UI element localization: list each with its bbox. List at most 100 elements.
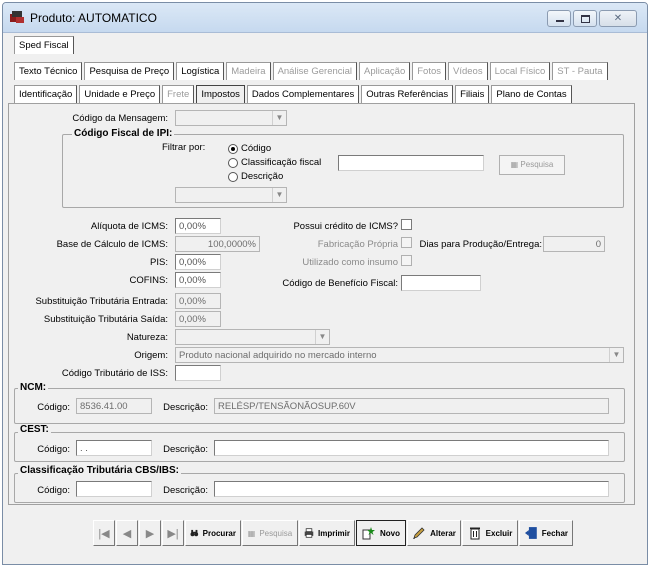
- minimize-button[interactable]: [547, 10, 571, 27]
- cest-descricao-label: Descrição:: [163, 444, 208, 455]
- trash-icon: [469, 527, 480, 540]
- cbs-title: Classificação Tributária CBS/IBS:: [18, 465, 181, 476]
- possui-credito-checkbox[interactable]: [401, 219, 412, 230]
- tab-madeira[interactable]: Madeira: [226, 62, 271, 80]
- ncm-descricao-label: Descrição:: [163, 402, 208, 413]
- tab-texto-tecnico[interactable]: Texto Técnico: [14, 62, 83, 80]
- cofins-input[interactable]: 0,00%: [175, 272, 221, 288]
- prev-record-button[interactable]: ◀: [116, 520, 138, 546]
- pis-label: PIS:: [150, 257, 168, 268]
- maximize-button[interactable]: [573, 10, 597, 27]
- pis-input[interactable]: 0,00%: [175, 254, 221, 270]
- excluir-button[interactable]: Excluir: [462, 520, 518, 546]
- procurar-button[interactable]: Procurar: [185, 520, 241, 546]
- binoculars-icon: [190, 529, 199, 537]
- exit-door-icon: [524, 527, 537, 539]
- tab-logistica[interactable]: Logística: [176, 62, 225, 80]
- cbs-codigo-input[interactable]: [76, 481, 152, 497]
- tab-outras-referencias[interactable]: Outras Referências: [361, 85, 454, 103]
- radio-classificacao-label: Classificação fiscal: [241, 157, 322, 168]
- imprimir-button[interactable]: Imprimir: [299, 520, 355, 546]
- radio-codigo[interactable]: [228, 144, 238, 154]
- codigo-mensagem-label: Código da Mensagem:: [72, 113, 168, 124]
- first-record-button[interactable]: |◀: [93, 520, 115, 546]
- close-button[interactable]: ✕: [599, 10, 637, 27]
- utilizado-insumo-checkbox[interactable]: [401, 255, 412, 266]
- next-record-button[interactable]: ▶: [139, 520, 161, 546]
- cod-trib-iss-input[interactable]: [175, 365, 221, 381]
- tab-impostos[interactable]: Impostos: [196, 85, 245, 103]
- ipi-filter-input[interactable]: [338, 155, 484, 171]
- st-saida-input[interactable]: 0,00%: [175, 311, 221, 327]
- aliquota-icms-label: Alíquota de ICMS:: [90, 221, 168, 232]
- fabricacao-propria-checkbox[interactable]: [401, 237, 412, 248]
- chevron-down-icon: ▼: [272, 111, 286, 125]
- cest-codigo-label: Código:: [37, 444, 70, 455]
- tab-videos[interactable]: Vídeos: [448, 62, 488, 80]
- dias-producao-label: Dias para Produção/Entrega:: [419, 239, 542, 250]
- cod-beneficio-label: Código de Benefício Fiscal:: [282, 278, 398, 289]
- origem-label: Origem:: [134, 350, 168, 361]
- tab-local-fisico[interactable]: Local Físico: [489, 62, 551, 80]
- st-saida-label: Substituição Tributária Saída:: [43, 314, 168, 325]
- tab-fotos[interactable]: Fotos: [412, 62, 446, 80]
- radio-classificacao-fiscal[interactable]: [228, 158, 238, 168]
- cest-codigo-input[interactable]: . .: [76, 440, 152, 456]
- pesquisa-ipi-button[interactable]: ▦ Pesquisa: [499, 155, 565, 175]
- utilizado-insumo-label: Utilizado como insumo: [302, 257, 398, 268]
- grid-icon: ▦: [247, 528, 256, 538]
- cbs-descricao-label: Descrição:: [163, 485, 208, 496]
- tab-st-pauta[interactable]: ST - Pauta: [552, 62, 608, 80]
- filtrar-por-label: Filtrar por:: [162, 142, 206, 153]
- chevron-down-icon: ▼: [272, 188, 286, 202]
- base-calculo-input[interactable]: 100,0000%: [175, 236, 260, 252]
- tabs-row-2: Texto Técnico Pesquisa de Preço Logístic…: [14, 62, 610, 80]
- novo-button[interactable]: Novo: [356, 520, 406, 546]
- pesquisa-button[interactable]: ▦ Pesquisa: [242, 520, 298, 546]
- radio-codigo-label: Código: [241, 143, 272, 154]
- fabricacao-propria-label: Fabricação Própria: [317, 239, 398, 250]
- cbs-descricao-input[interactable]: [214, 481, 609, 497]
- new-record-icon: [362, 527, 375, 540]
- fechar-button[interactable]: Fechar: [519, 520, 573, 546]
- codigo-mensagem-select[interactable]: ▼: [175, 110, 287, 126]
- last-icon: ▶|: [167, 527, 179, 540]
- tab-plano-contas[interactable]: Plano de Contas: [491, 85, 572, 103]
- dias-producao-input[interactable]: 0: [543, 236, 605, 252]
- title-bar: Produto: AUTOMATICO ✕: [3, 3, 647, 33]
- tab-pesquisa-preco[interactable]: Pesquisa de Preço: [84, 62, 175, 80]
- natureza-label: Natureza:: [126, 332, 168, 343]
- ncm-title: NCM:: [18, 382, 49, 393]
- ncm-codigo-input[interactable]: 8536.41.00: [76, 398, 152, 414]
- ncm-descricao-input[interactable]: RELÉSP/TENSÃONÃOSUP.60V: [214, 398, 609, 414]
- alterar-button[interactable]: Alterar: [407, 520, 461, 546]
- origem-select[interactable]: Produto nacional adquirido no mercado in…: [175, 347, 624, 363]
- tab-identificacao[interactable]: Identificação: [14, 85, 78, 103]
- cest-title: CEST:: [18, 424, 51, 435]
- window-title: Produto: AUTOMATICO: [30, 11, 157, 25]
- ipi-select[interactable]: ▼: [175, 187, 287, 203]
- ipi-group-title: Código Fiscal de IPI:: [72, 128, 175, 139]
- tabs-row-1: Sped Fiscal: [14, 36, 76, 54]
- ncm-codigo-label: Código:: [37, 402, 70, 413]
- tab-filiais[interactable]: Filiais: [455, 85, 490, 103]
- st-entrada-input[interactable]: 0,00%: [175, 293, 221, 309]
- next-icon: ▶: [145, 527, 155, 540]
- tabs-row-3: Identificação Unidade e Preço Frete Impo…: [14, 85, 574, 103]
- close-icon: ✕: [613, 13, 623, 24]
- st-entrada-label: Substituição Tributária Entrada:: [35, 296, 168, 307]
- last-record-button[interactable]: ▶|: [162, 520, 184, 546]
- tab-aplicacao[interactable]: Aplicação: [359, 62, 411, 80]
- tab-frete[interactable]: Frete: [162, 85, 195, 103]
- first-icon: |◀: [98, 527, 110, 540]
- tab-analise-gerencial[interactable]: Análise Gerencial: [272, 62, 358, 80]
- product-app-icon: [10, 11, 24, 23]
- tab-unidade-preco[interactable]: Unidade e Preço: [79, 85, 161, 103]
- natureza-select[interactable]: ▼: [175, 329, 330, 345]
- radio-descricao[interactable]: [228, 172, 238, 182]
- tab-dados-complementares[interactable]: Dados Complementares: [246, 85, 360, 103]
- cest-descricao-input[interactable]: [214, 440, 609, 456]
- tab-sped-fiscal[interactable]: Sped Fiscal: [14, 36, 74, 54]
- cod-beneficio-input[interactable]: [401, 275, 481, 291]
- aliquota-icms-input[interactable]: 0,00%: [175, 218, 221, 234]
